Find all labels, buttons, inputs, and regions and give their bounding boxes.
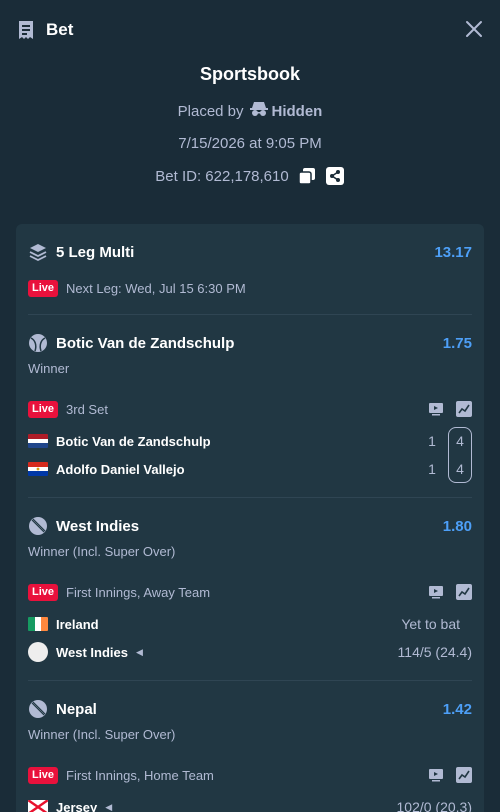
share-icon[interactable] <box>325 166 345 186</box>
ireland-flag-icon <box>28 617 48 631</box>
bet-date: 7/15/2026 at 9:05 PM <box>178 135 322 152</box>
copy-icon[interactable] <box>297 166 317 186</box>
leg-live-row: Live 3rd Set <box>28 397 472 421</box>
bet-slip-icon <box>16 19 38 41</box>
next-leg-text: Next Leg: Wed, Jul 15 6:30 PM <box>66 280 246 296</box>
bet-id-row: Bet ID: 622,178,610 <box>0 166 500 186</box>
leg-selection: Nepal <box>56 700 97 718</box>
leg-status: First Innings, Home Team <box>66 767 214 783</box>
team-row: West Indies ◀ 114/5 (24.4) <box>28 638 472 666</box>
batting-indicator-icon: ◀ <box>136 646 143 657</box>
close-icon[interactable] <box>464 19 484 39</box>
leg-live-row: Live First Innings, Home Team <box>28 763 472 787</box>
cricket-ball-icon <box>28 699 48 719</box>
book-title: Sportsbook <box>199 64 300 84</box>
modal-title: Bet <box>46 20 74 39</box>
live-badge: Live <box>28 279 59 297</box>
jersey-flag-icon <box>28 800 48 812</box>
netherlands-flag-icon <box>28 434 48 448</box>
team-row: Jersey ◀ 102/0 (20.3) <box>28 793 472 812</box>
bet-id: Bet ID: 622,178,610 <box>155 167 289 185</box>
leg-market: Winner (Incl. Super Over) <box>28 544 176 559</box>
bet-summary: Sportsbook Placed by Hidden 7/15/2026 at… <box>0 60 500 186</box>
multi-odds: 13.17 <box>434 243 472 261</box>
incognito-icon <box>249 101 268 121</box>
leg-market: Winner <box>28 361 70 376</box>
team-name: West Indies <box>56 644 129 660</box>
leg-odds: 1.80 <box>442 517 472 535</box>
current-set-box <box>448 427 472 483</box>
paraguay-flag-icon <box>28 462 48 476</box>
leg-status: 3rd Set <box>66 401 108 417</box>
team-row: Ireland Yet to bat <box>28 610 472 638</box>
live-stream-icon[interactable] <box>428 767 444 783</box>
hidden-user-label: Hidden <box>271 102 323 120</box>
team-name: Jersey <box>56 799 98 812</box>
multi-title: 5 Leg Multi <box>56 243 135 261</box>
team-row: Botic Van de Zandschulp 1 4 <box>28 427 472 455</box>
stats-chart-icon[interactable] <box>456 584 472 600</box>
stats-chart-icon[interactable] <box>456 767 472 783</box>
team-name: Botic Van de Zandschulp <box>56 433 211 449</box>
tennis-ball-icon <box>28 333 48 353</box>
leg-status: First Innings, Away Team <box>66 584 211 600</box>
team-name: Adolfo Daniel Vallejo <box>56 461 185 477</box>
set-score: 1 <box>428 461 436 477</box>
team-score: 102/0 (20.3) <box>396 799 473 812</box>
multi-next-leg: Live Next Leg: Wed, Jul 15 6:30 PM <box>28 276 472 300</box>
live-badge: Live <box>28 400 59 418</box>
leg-odds: 1.75 <box>442 334 472 352</box>
set-score: 1 <box>428 433 436 449</box>
live-badge: Live <box>28 766 59 784</box>
placed-by-label: Placed by <box>177 102 244 120</box>
team-row: Adolfo Daniel Vallejo 1 4 <box>28 455 472 483</box>
team-score: Yet to bat <box>401 616 460 632</box>
layers-icon <box>28 242 48 262</box>
live-stream-icon[interactable] <box>428 584 444 600</box>
leg-selection: Botic Van de Zandschulp <box>56 334 235 352</box>
batting-indicator-icon: ◀ <box>105 801 113 812</box>
modal-header: Bet <box>0 0 500 60</box>
leg-market: Winner (Incl. Super Over) <box>28 727 176 742</box>
team-score: 114/5 (24.4) <box>397 644 472 660</box>
team-name: Ireland <box>56 616 99 632</box>
placed-by: Placed by Hidden <box>0 101 500 121</box>
live-badge: Live <box>28 583 59 601</box>
leg-odds: 1.42 <box>442 700 472 718</box>
leg-live-row: Live First Innings, Away Team <box>28 580 472 604</box>
bet-card: 5 Leg Multi 13.17 Live Next Leg: Wed, Ju… <box>16 224 484 812</box>
live-stream-icon[interactable] <box>428 401 444 417</box>
stats-chart-icon[interactable] <box>456 401 472 417</box>
leg-selection: West Indies <box>56 517 140 535</box>
hidden-user: Hidden <box>249 101 323 121</box>
tennis-scoreboard: Botic Van de Zandschulp 1 4 Adolfo Danie… <box>28 427 472 483</box>
west-indies-flag-icon <box>28 642 48 662</box>
multi-header: 5 Leg Multi 13.17 <box>28 224 472 280</box>
cricket-ball-icon <box>28 516 48 536</box>
